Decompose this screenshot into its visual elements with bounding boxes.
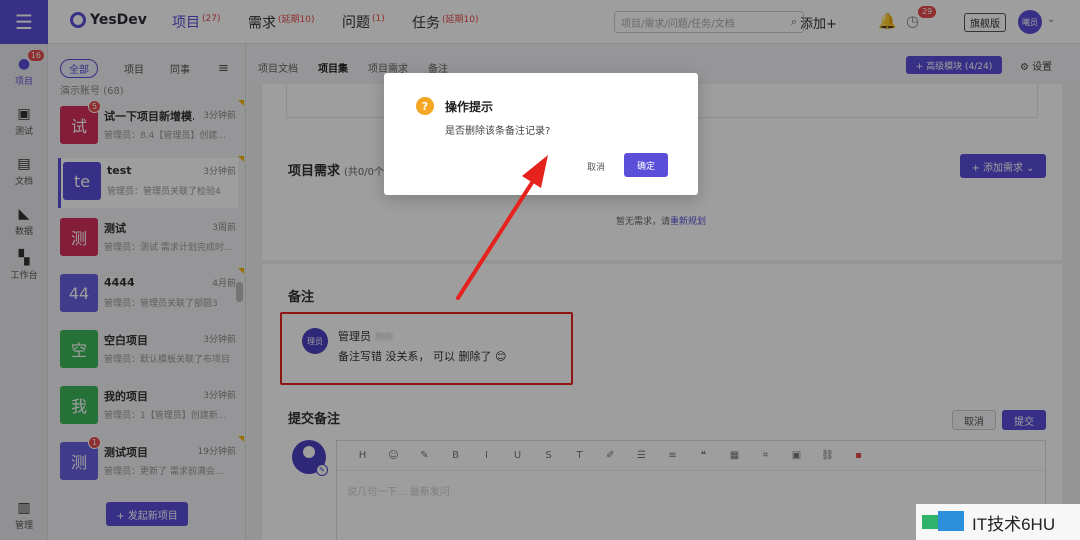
arrow-head — [522, 155, 548, 188]
arrow-shaft — [456, 176, 537, 300]
annotation-arrow — [456, 155, 548, 300]
watermark-logo-icon — [922, 511, 966, 533]
watermark: IT技术6HU — [916, 504, 1080, 540]
watermark-text: IT技术6HU — [972, 514, 1056, 534]
